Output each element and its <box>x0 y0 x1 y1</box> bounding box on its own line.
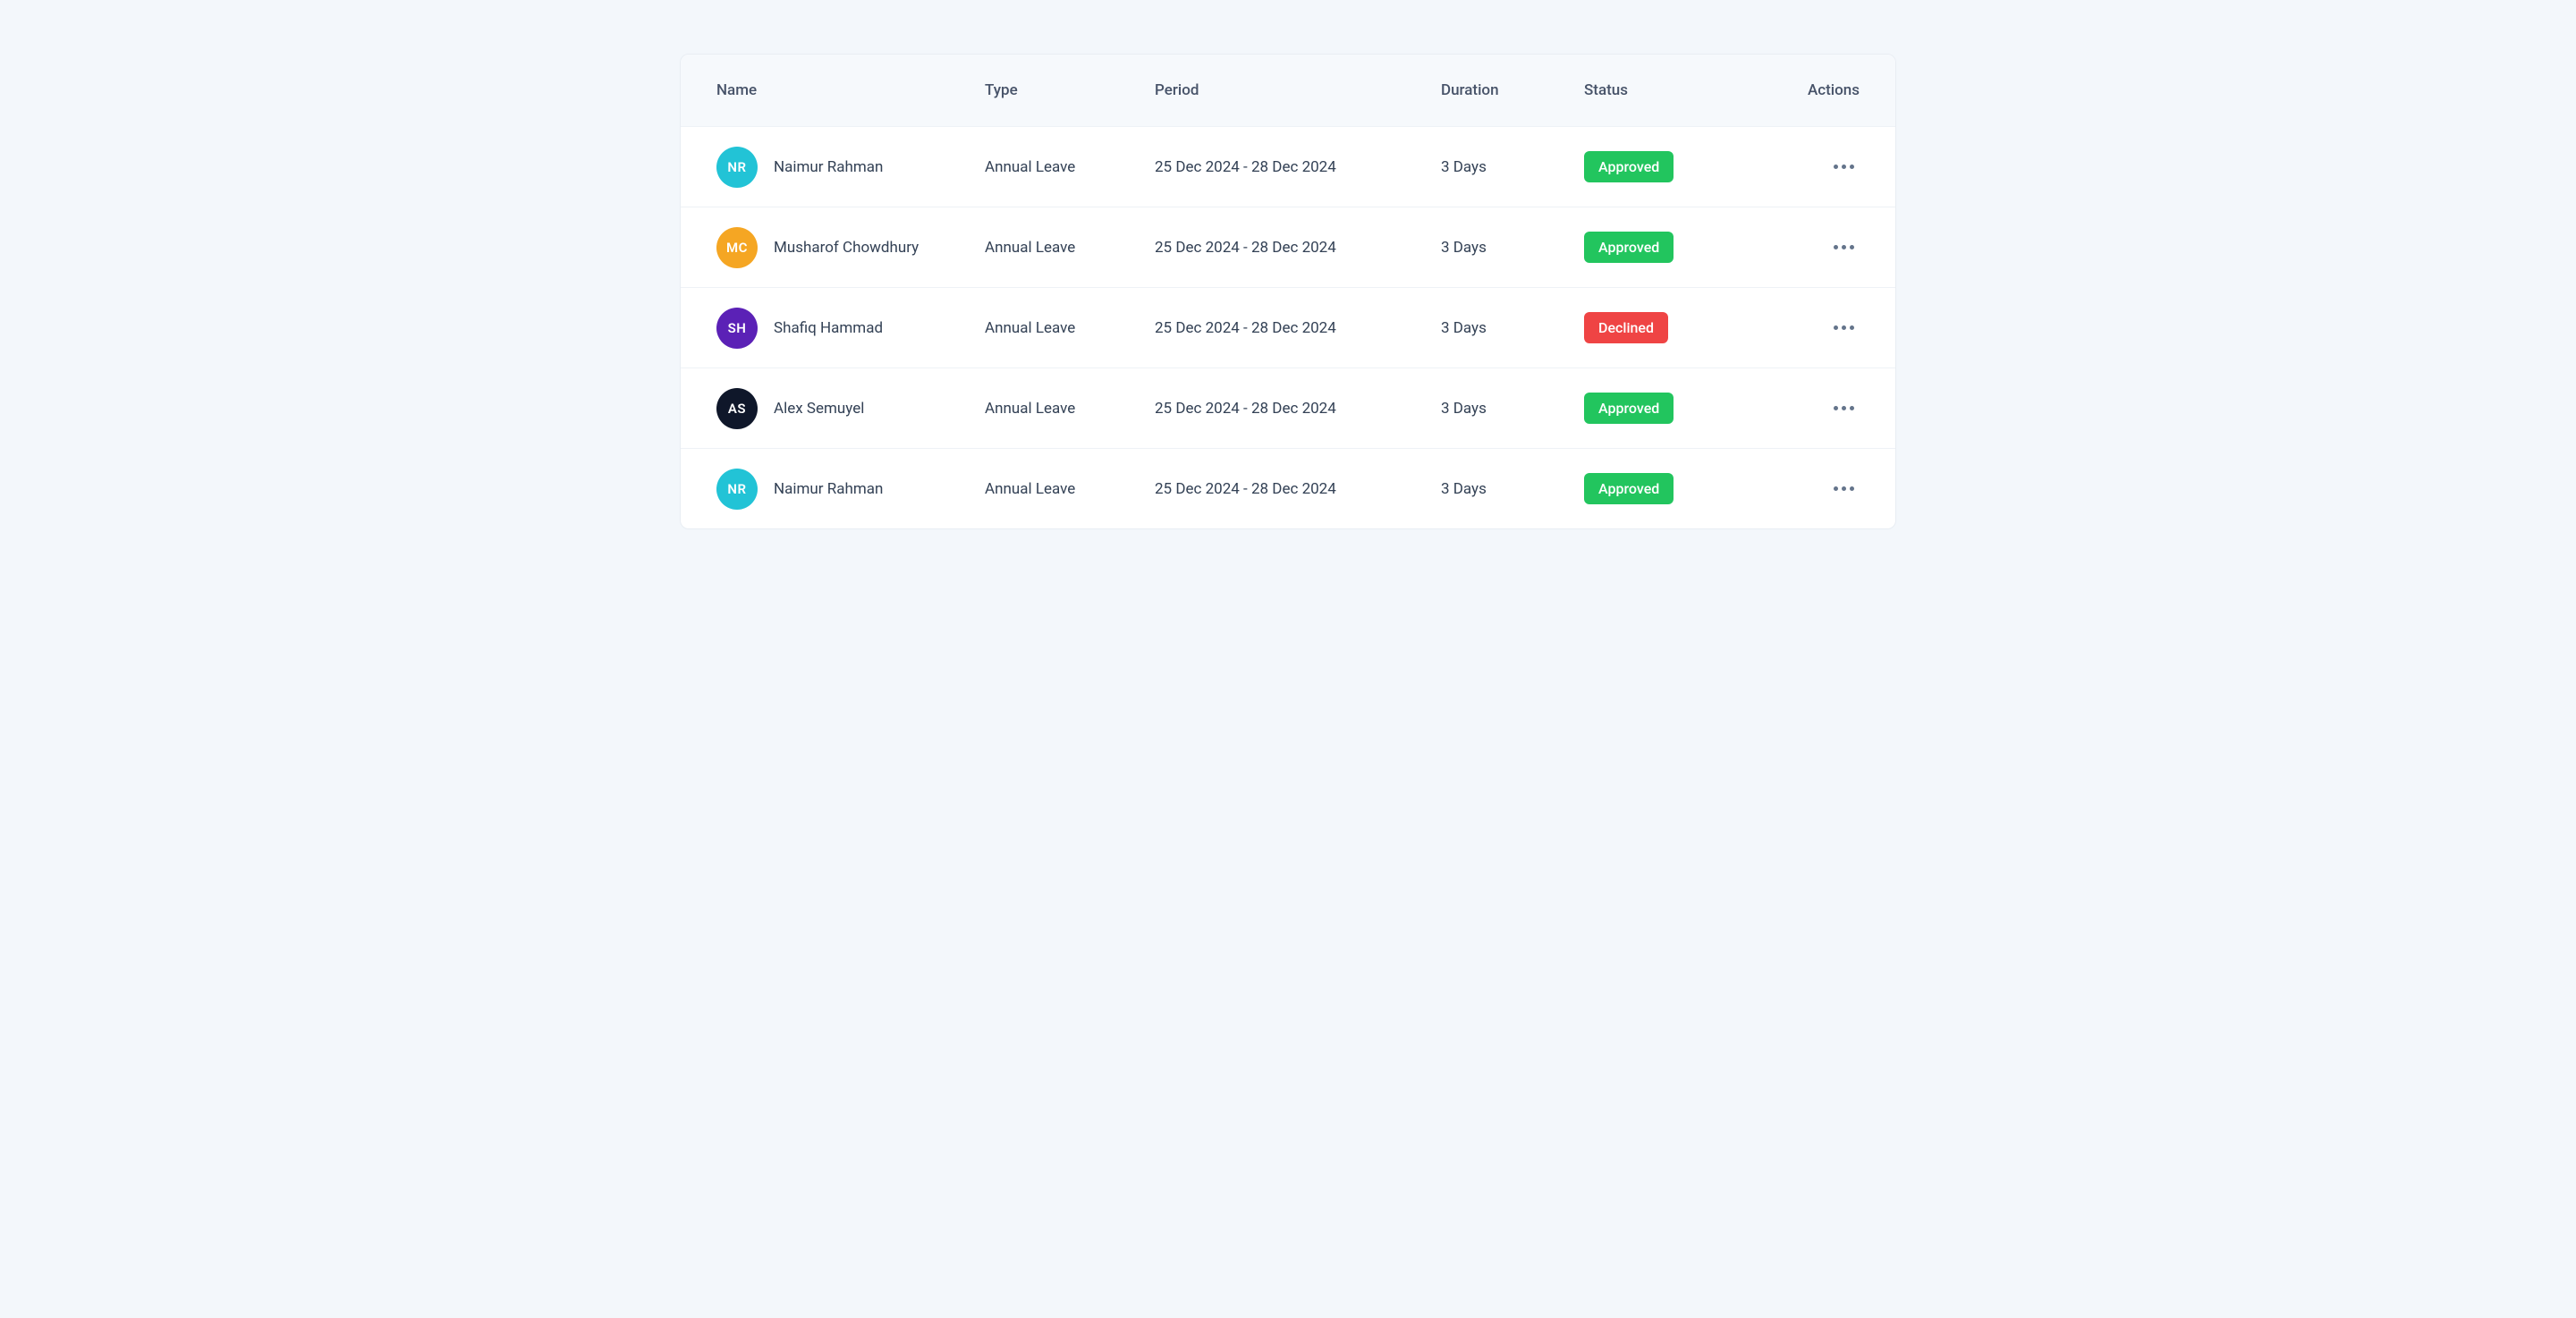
cell-type: Annual Leave <box>985 239 1155 257</box>
cell-status: Approved <box>1584 473 1781 504</box>
leave-period: 25 Dec 2024 - 28 Dec 2024 <box>1155 158 1336 176</box>
leave-type: Annual Leave <box>985 158 1075 176</box>
cell-period: 25 Dec 2024 - 28 Dec 2024 <box>1155 319 1441 337</box>
cell-name: MC Musharof Chowdhury <box>716 227 985 268</box>
status-badge: Approved <box>1584 473 1674 504</box>
cell-duration: 3 Days <box>1441 400 1584 418</box>
table-header: Name Type Period Duration Status Actions <box>681 55 1895 126</box>
table-row: NR Naimur Rahman Annual Leave 25 Dec 2024 -… <box>681 448 1895 528</box>
cell-actions <box>1781 159 1860 174</box>
leave-period: 25 Dec 2024 - 28 Dec 2024 <box>1155 480 1336 498</box>
avatar: NR <box>716 469 758 510</box>
avatar: AS <box>716 388 758 429</box>
table-body: NR Naimur Rahman Annual Leave 25 Dec 2024 -… <box>681 126 1895 528</box>
avatar: NR <box>716 147 758 188</box>
cell-name: AS Alex Semuyel <box>716 388 985 429</box>
leave-type: Annual Leave <box>985 480 1075 498</box>
leave-period: 25 Dec 2024 - 28 Dec 2024 <box>1155 400 1336 418</box>
more-horizontal-icon <box>1834 406 1854 410</box>
leave-period: 25 Dec 2024 - 28 Dec 2024 <box>1155 239 1336 257</box>
leave-duration: 3 Days <box>1441 400 1487 418</box>
cell-type: Annual Leave <box>985 400 1155 418</box>
avatar: MC <box>716 227 758 268</box>
more-horizontal-icon <box>1834 486 1854 491</box>
cell-actions <box>1781 481 1860 496</box>
leave-requests-table: Name Type Period Duration Status Actions… <box>680 54 1896 529</box>
table-row: AS Alex Semuyel Annual Leave 25 Dec 2024 - … <box>681 368 1895 448</box>
status-badge: Approved <box>1584 393 1674 424</box>
leave-type: Annual Leave <box>985 239 1075 257</box>
cell-status: Approved <box>1584 151 1781 182</box>
employee-name: Shafiq Hammad <box>774 319 883 337</box>
column-header-duration: Duration <box>1441 81 1584 99</box>
column-header-period: Period <box>1155 81 1441 99</box>
cell-type: Annual Leave <box>985 158 1155 176</box>
table-row: NR Naimur Rahman Annual Leave 25 Dec 2024 -… <box>681 126 1895 207</box>
cell-actions <box>1781 320 1860 335</box>
leave-duration: 3 Days <box>1441 158 1487 176</box>
cell-actions <box>1781 401 1860 416</box>
more-horizontal-icon <box>1834 245 1854 249</box>
cell-name: NR Naimur Rahman <box>716 147 985 188</box>
row-actions-button[interactable] <box>1828 320 1860 335</box>
employee-name: Naimur Rahman <box>774 480 883 498</box>
status-badge: Declined <box>1584 312 1668 343</box>
cell-type: Annual Leave <box>985 480 1155 498</box>
cell-duration: 3 Days <box>1441 239 1584 257</box>
cell-duration: 3 Days <box>1441 158 1584 176</box>
cell-period: 25 Dec 2024 - 28 Dec 2024 <box>1155 400 1441 418</box>
row-actions-button[interactable] <box>1828 401 1860 416</box>
leave-duration: 3 Days <box>1441 319 1487 337</box>
cell-status: Approved <box>1584 393 1781 424</box>
cell-status: Declined <box>1584 312 1781 343</box>
cell-period: 25 Dec 2024 - 28 Dec 2024 <box>1155 480 1441 498</box>
leave-duration: 3 Days <box>1441 239 1487 257</box>
cell-name: SH Shafiq Hammad <box>716 308 985 349</box>
cell-name: NR Naimur Rahman <box>716 469 985 510</box>
cell-period: 25 Dec 2024 - 28 Dec 2024 <box>1155 239 1441 257</box>
leave-type: Annual Leave <box>985 400 1075 418</box>
employee-name: Musharof Chowdhury <box>774 239 919 257</box>
row-actions-button[interactable] <box>1828 159 1860 174</box>
more-horizontal-icon <box>1834 325 1854 330</box>
leave-type: Annual Leave <box>985 319 1075 337</box>
table-row: MC Musharof Chowdhury Annual Leave 25 Dec 2… <box>681 207 1895 287</box>
leave-period: 25 Dec 2024 - 28 Dec 2024 <box>1155 319 1336 337</box>
column-header-name: Name <box>716 81 985 99</box>
column-header-type: Type <box>985 81 1155 99</box>
employee-name: Alex Semuyel <box>774 400 864 418</box>
avatar: SH <box>716 308 758 349</box>
cell-duration: 3 Days <box>1441 480 1584 498</box>
cell-status: Approved <box>1584 232 1781 263</box>
employee-name: Naimur Rahman <box>774 158 883 176</box>
table-row: SH Shafiq Hammad Annual Leave 25 Dec 2024 -… <box>681 287 1895 368</box>
cell-duration: 3 Days <box>1441 319 1584 337</box>
status-badge: Approved <box>1584 151 1674 182</box>
status-badge: Approved <box>1584 232 1674 263</box>
cell-actions <box>1781 240 1860 255</box>
row-actions-button[interactable] <box>1828 240 1860 255</box>
cell-period: 25 Dec 2024 - 28 Dec 2024 <box>1155 158 1441 176</box>
column-header-actions: Actions <box>1781 81 1860 99</box>
cell-type: Annual Leave <box>985 319 1155 337</box>
row-actions-button[interactable] <box>1828 481 1860 496</box>
leave-duration: 3 Days <box>1441 480 1487 498</box>
more-horizontal-icon <box>1834 165 1854 169</box>
column-header-status: Status <box>1584 81 1781 99</box>
